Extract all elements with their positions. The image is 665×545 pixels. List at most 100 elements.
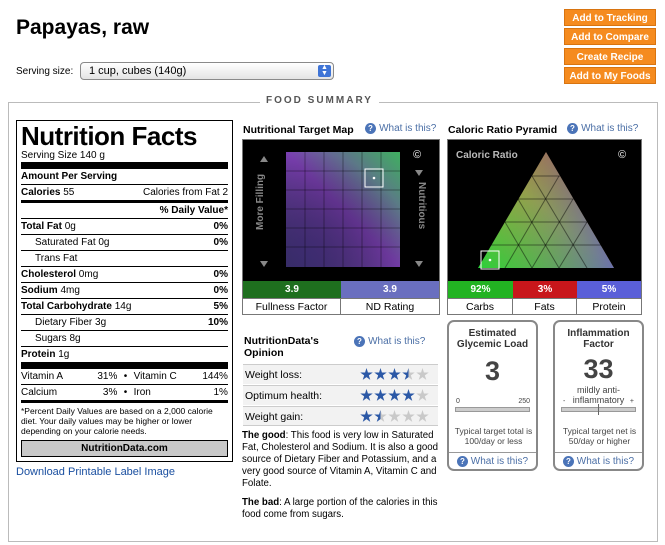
pyramid-svg: Caloric Ratio © xyxy=(448,140,641,281)
nutrient-amount: 0g xyxy=(98,237,110,248)
fats-percent: 3% xyxy=(513,281,577,298)
caloric-ratio-label: Caloric Ratio xyxy=(456,150,518,161)
nutrient-name: Saturated Fat xyxy=(35,237,96,248)
glycemic-load-note: Typical target total is 100/day or less xyxy=(454,426,533,446)
nutrient-dv: 0% xyxy=(213,269,228,280)
nutrient-name: Protein xyxy=(21,349,56,360)
target-map-svg: More Filling Nutritious © xyxy=(255,149,427,267)
calories-label: Calories xyxy=(21,187,61,198)
question-icon: ? xyxy=(567,123,578,134)
mineral-value: 1% xyxy=(213,387,228,398)
nutrient-name: Sodium xyxy=(21,285,58,296)
inflammation-help-link[interactable]: ? What is this? xyxy=(555,452,642,469)
star-icon xyxy=(374,368,387,380)
question-icon: ? xyxy=(562,456,574,467)
bad-summary: The bad: A large portion of the calories… xyxy=(242,497,440,521)
vitamin-value: 144% xyxy=(202,371,228,382)
opinion-row-weight-loss: Weight loss: xyxy=(243,364,438,384)
arrow-down-icon xyxy=(415,170,423,176)
calories-fat-label: Calories from Fat xyxy=(142,187,220,198)
protein-percent: 5% xyxy=(577,281,641,298)
target-map-graphic: More Filling Nutritious © xyxy=(243,140,439,281)
star-icon xyxy=(388,389,401,401)
arrow-down-icon xyxy=(415,261,423,267)
carbs-percent: 92% xyxy=(448,281,513,298)
star-icon xyxy=(360,368,373,380)
mineral-name: Calcium xyxy=(21,387,58,398)
nutrient-name: Trans Fat xyxy=(35,253,78,264)
nutrient-amount: 14g xyxy=(114,301,132,312)
question-icon: ? xyxy=(354,336,365,347)
opinion-label: Weight loss: xyxy=(245,369,302,381)
what-is-this-text: What is this? xyxy=(470,456,529,467)
caloric-pyramid-help-link[interactable]: ? What is this? xyxy=(567,122,638,134)
copyright-mark: © xyxy=(618,149,626,161)
mineral-value: 3% xyxy=(102,387,118,398)
food-summary-title: FOOD SUMMARY xyxy=(260,95,379,106)
target-map-help-link[interactable]: ? What is this? xyxy=(365,122,436,134)
nutritional-target-map: More Filling Nutritious © 3.9 3.9 Fullne… xyxy=(242,139,440,315)
serving-size-select[interactable]: 1 cup, cubes (140g) ▲ ▼ xyxy=(80,62,334,80)
create-recipe-button[interactable]: Create Recipe xyxy=(564,48,656,65)
nutrition-facts-heading: Nutrition Facts xyxy=(21,121,197,151)
add-to-compare-button[interactable]: Add to Compare xyxy=(564,28,656,45)
caloric-pyramid-title: Caloric Ratio Pyramid xyxy=(448,124,558,136)
calories-value: 55 xyxy=(63,187,75,198)
fullness-factor-value: 3.9 xyxy=(243,281,341,298)
star-icon xyxy=(388,368,401,380)
glycemic-load-help-link[interactable]: ? What is this? xyxy=(449,452,536,469)
download-label-link[interactable]: Download Printable Label Image xyxy=(16,466,175,478)
half-star-icon xyxy=(402,368,415,380)
select-arrows-icon: ▲ ▼ xyxy=(318,64,331,77)
nutrient-amount: 4mg xyxy=(60,285,80,296)
serving-size-value: 1 cup, cubes (140g) xyxy=(89,65,187,77)
add-to-tracking-button[interactable]: Add to Tracking xyxy=(564,9,656,26)
star-empty-icon xyxy=(416,368,429,380)
inflammation-note: Typical target net is 50/day or higher xyxy=(562,426,637,446)
opinion-label: Weight gain: xyxy=(245,411,304,423)
opinion-row-optimum-health: Optimum health: xyxy=(243,385,438,405)
more-filling-label: More Filling xyxy=(255,174,266,230)
good-summary: The good: This food is very low in Satur… xyxy=(242,430,440,490)
serving-size-amount: 140 g xyxy=(79,150,105,161)
nutrient-dv: 0% xyxy=(213,285,228,296)
scale-center-marker xyxy=(598,404,599,415)
vitamin-value: 31% xyxy=(97,371,118,382)
inflammation-title: Inflammation Factor xyxy=(567,328,630,350)
star-icon xyxy=(360,410,373,422)
nutrient-amount: 0mg xyxy=(78,269,99,280)
glycemic-load-value: 3 xyxy=(484,356,501,386)
nd-rating-label: ND Rating xyxy=(341,298,439,315)
nutritious-label: Nutritious xyxy=(416,182,427,230)
star-icon xyxy=(374,389,387,401)
page-title: Papayas, raw xyxy=(16,16,150,39)
opinion-help-link[interactable]: ? What is this? xyxy=(354,335,425,347)
inflammation-scale xyxy=(561,404,636,415)
nutrient-dv: 10% xyxy=(207,317,228,328)
opinion-title: NutritionData's Opinion xyxy=(244,335,319,359)
fullness-factor-label: Fullness Factor xyxy=(243,298,341,315)
what-is-this-text: What is this? xyxy=(581,123,639,134)
star-icon xyxy=(360,389,373,401)
what-is-this-text: What is this? xyxy=(368,336,426,347)
star-empty-icon xyxy=(402,410,415,422)
gl-scale-max: 250 xyxy=(518,398,530,405)
glycemic-load-card: Estimated Glycemic Load 3 0 250 Typical … xyxy=(447,320,538,471)
copyright-mark: © xyxy=(413,149,421,161)
nutrient-name: Dietary Fiber xyxy=(35,317,93,328)
half-star-icon xyxy=(374,410,387,422)
add-to-my-foods-button[interactable]: Add to My Foods xyxy=(564,67,656,84)
vitamin-name: Vitamin C xyxy=(133,371,177,382)
opinion-row-weight-gain: Weight gain: xyxy=(243,406,438,426)
star-rating xyxy=(360,410,429,423)
star-rating xyxy=(360,389,429,402)
star-rating xyxy=(360,368,429,381)
question-icon: ? xyxy=(456,456,468,467)
nutrient-amount: 1g xyxy=(58,349,70,360)
serving-size-label: Serving size: xyxy=(16,66,74,77)
nutrient-dv: 0% xyxy=(213,221,228,232)
what-is-this-text: What is this? xyxy=(576,456,635,467)
mineral-name: Iron xyxy=(133,387,151,398)
what-is-this-text: What is this? xyxy=(379,123,437,134)
caloric-ratio-pyramid: Caloric Ratio © 92% 3% 5% Carbs Fats Pro… xyxy=(447,139,642,315)
